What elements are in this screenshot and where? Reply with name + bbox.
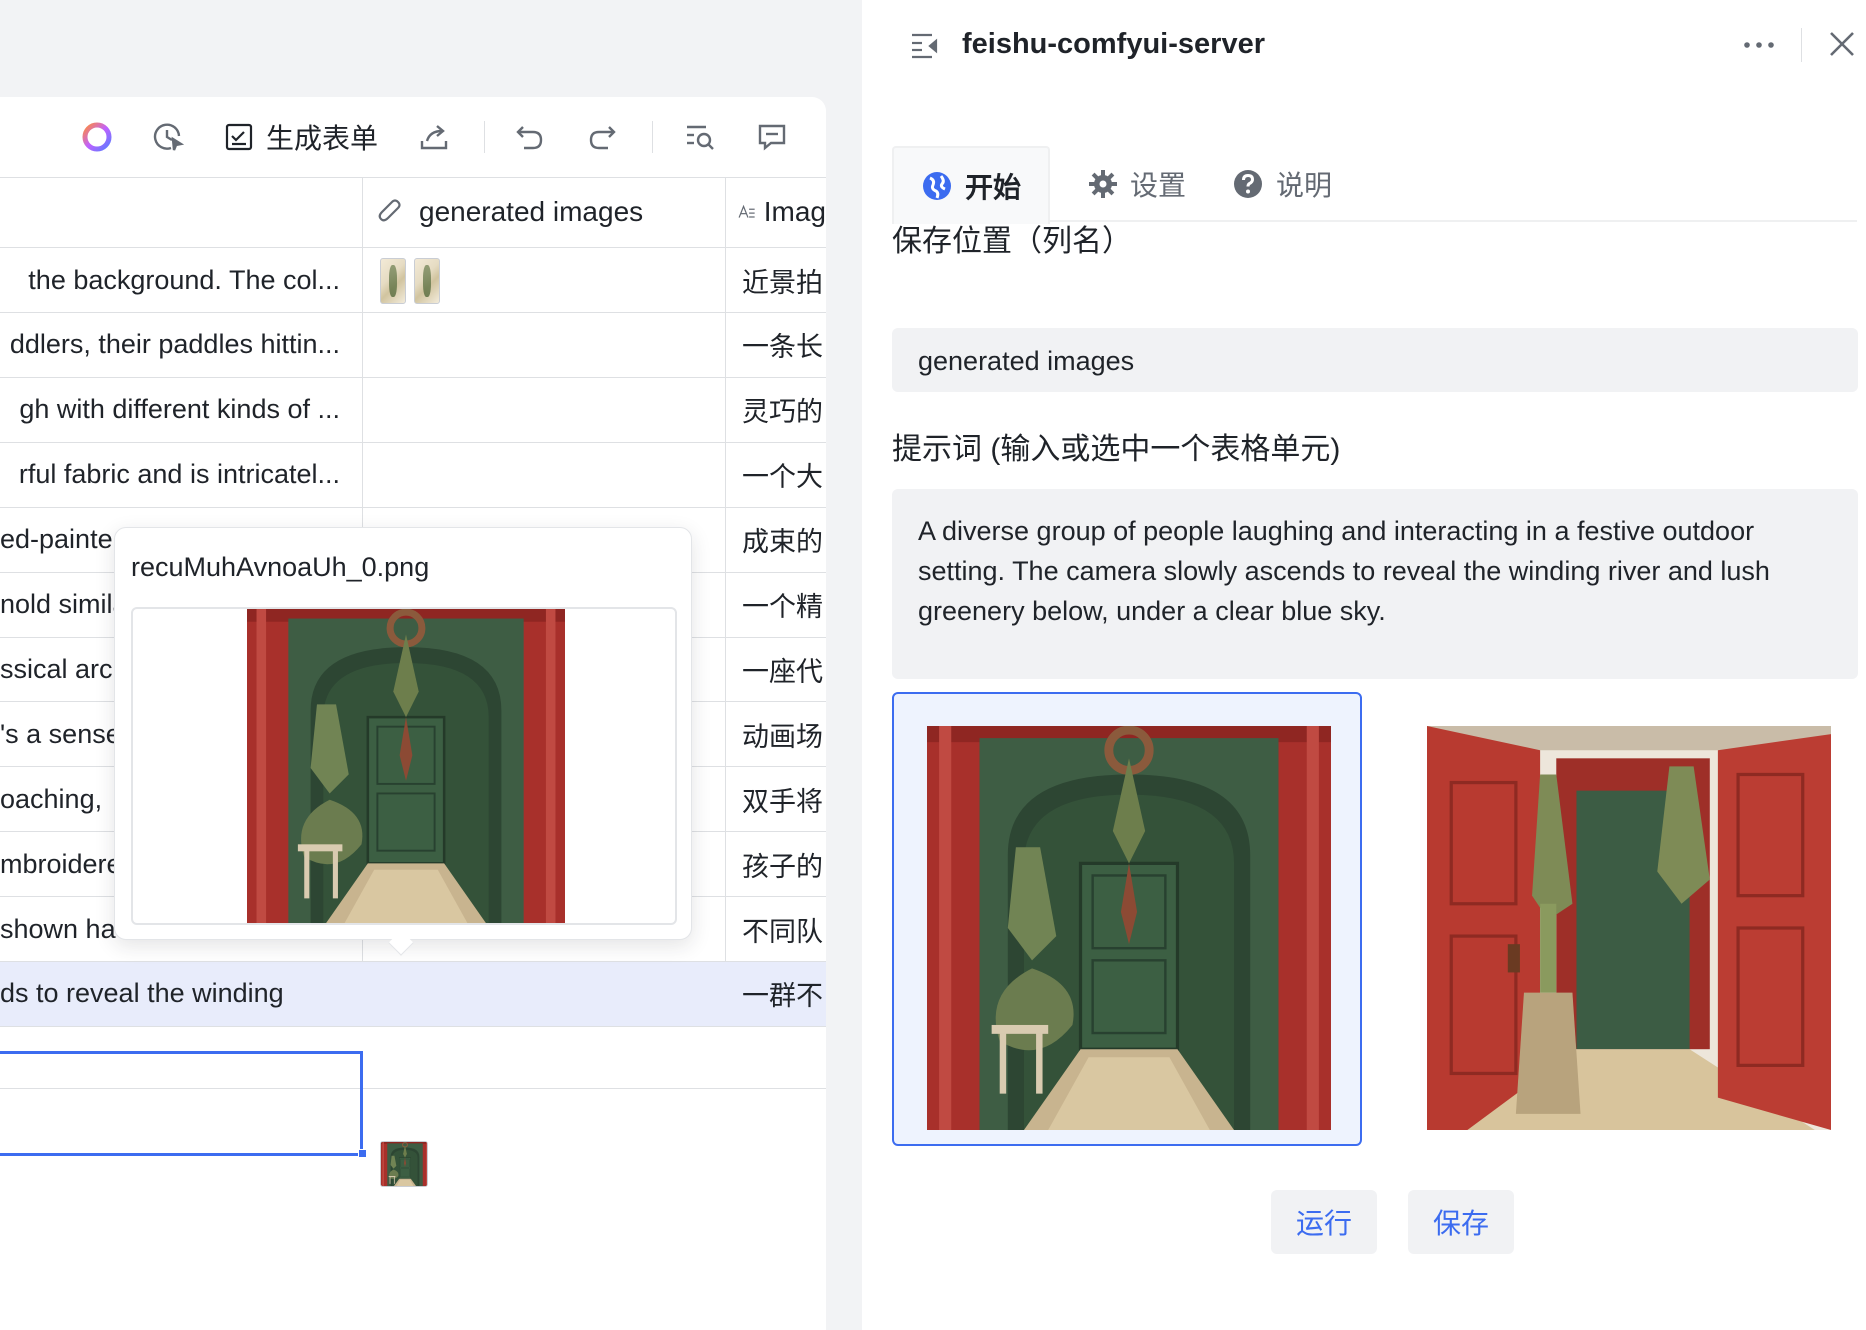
- attachment-thumbnail[interactable]: [380, 1141, 428, 1187]
- description-cell-text: 一条长: [742, 332, 823, 363]
- prompt-cell[interactable]: ddlers, their paddles hittin...: [0, 313, 362, 377]
- prompt-cell-text: mbroidere: [0, 848, 122, 879]
- comment-icon[interactable]: [752, 117, 792, 157]
- generated-image-option[interactable]: [1392, 692, 1862, 1146]
- description-cell[interactable]: 一群不: [742, 962, 826, 1026]
- prompt-cell[interactable]: gh with different kinds of ...: [0, 378, 362, 442]
- collapse-panel-icon[interactable]: [910, 32, 940, 65]
- fill-handle[interactable]: [358, 1149, 367, 1158]
- description-cell-text: 动画场: [742, 721, 823, 752]
- prompt-textarea[interactable]: A diverse group of people laughing and i…: [892, 489, 1858, 679]
- prompt-cell-text: shown ha: [0, 913, 116, 944]
- preview-image-frame[interactable]: [131, 607, 677, 925]
- header-divider: [1801, 28, 1802, 62]
- description-cell-text: 成束的: [742, 527, 823, 558]
- text-field-icon: [738, 204, 755, 218]
- prompt-cell-text: ds to reveal the winding: [0, 978, 284, 1009]
- table-row[interactable]: ds to reveal the winding 一群不: [0, 961, 826, 1027]
- attachment-thumbnail[interactable]: [414, 258, 440, 304]
- prompt-cell-text: ssical arc: [0, 653, 113, 684]
- panel-tabs: 开始 设置 说明: [892, 146, 1857, 224]
- tab-help[interactable]: 说明: [1232, 146, 1332, 222]
- ai-assistant-icon[interactable]: [77, 117, 117, 157]
- description-cell-text: 一群不: [742, 981, 823, 1012]
- selected-cell-outline: [0, 1051, 363, 1156]
- description-cell[interactable]: 一个大: [742, 443, 826, 507]
- gear-icon: [1089, 170, 1117, 198]
- description-cell-text: 一个大: [742, 462, 823, 493]
- description-cell[interactable]: 一座代: [742, 637, 826, 701]
- prompt-cell-text: rful fabric and is intricatel...: [18, 459, 340, 490]
- prompt-cell-text: ed-painte: [0, 524, 113, 555]
- description-cell[interactable]: 一个精: [742, 573, 826, 637]
- grid-line: [0, 1025, 826, 1027]
- history-icon[interactable]: [148, 117, 188, 157]
- panel-title: feishu-comfyui-server: [962, 28, 1265, 60]
- generated-image: [927, 726, 1331, 1130]
- prompt-cell[interactable]: ds to reveal the winding: [0, 962, 362, 1026]
- generate-form-button[interactable]: 生成表单: [224, 117, 378, 157]
- sheet-toolbar: 生成表单: [0, 97, 826, 177]
- save-button[interactable]: 保存: [1408, 1190, 1514, 1254]
- description-cell[interactable]: 孩子的: [742, 832, 826, 896]
- table-row[interactable]: the background. The col... 近景拍: [0, 248, 826, 313]
- description-cell[interactable]: 动画场: [742, 702, 826, 766]
- preview-image: [247, 609, 565, 925]
- table-row[interactable]: ddlers, their paddles hittin... 一条长: [0, 313, 826, 378]
- toolbar-divider: [652, 121, 653, 153]
- description-cell-text: 近景拍: [742, 267, 823, 298]
- description-cell[interactable]: 近景拍: [742, 248, 826, 312]
- description-cell-text: 一个精: [742, 592, 823, 622]
- image-preview-popover: recuMuhAvnoaUh_0.png: [114, 527, 692, 940]
- prompt-cell[interactable]: the background. The col...: [0, 248, 362, 312]
- toolbar-divider: [484, 121, 485, 153]
- prompt-cell-text: ddlers, their paddles hittin...: [9, 329, 340, 360]
- generated-image-option[interactable]: [892, 692, 1362, 1146]
- plugin-panel: feishu-comfyui-server 开始 设置 说明 保存位置（列名） …: [862, 0, 1866, 1330]
- table-row[interactable]: rful fabric and is intricatel... 一个大: [0, 443, 826, 508]
- preview-filename: recuMuhAvnoaUh_0.png: [131, 552, 430, 582]
- save-location-field[interactable]: generated images: [892, 328, 1858, 392]
- tab-settings[interactable]: 设置: [1088, 146, 1186, 222]
- column-header-generated-images[interactable]: generated images: [375, 177, 715, 247]
- undo-icon[interactable]: [510, 117, 550, 157]
- description-cell[interactable]: 双手将: [742, 767, 826, 831]
- description-cell[interactable]: 不同队: [742, 897, 826, 961]
- search-icon[interactable]: [680, 117, 720, 157]
- prompt-cell-text: the background. The col...: [28, 264, 340, 295]
- prompt-cell-text: nold simila: [0, 589, 128, 619]
- table-row[interactable]: gh with different kinds of ... 灵巧的: [0, 378, 826, 443]
- description-cell-text: 一座代: [742, 656, 823, 687]
- description-cell-text: 双手将: [742, 786, 823, 817]
- tab-start[interactable]: 开始: [892, 146, 1050, 224]
- description-cell[interactable]: 一条长: [742, 313, 826, 377]
- generate-form-label: 生成表单: [266, 123, 379, 154]
- attachment-icon: [378, 199, 401, 222]
- prompt-cell-text: gh with different kinds of ...: [19, 394, 340, 425]
- prompt-cell[interactable]: rful fabric and is intricatel...: [0, 443, 362, 507]
- description-cell-text: 不同队: [742, 916, 823, 947]
- prompt-cell-text: 's a sense: [0, 718, 121, 749]
- description-cell-text: 灵巧的: [742, 397, 823, 428]
- close-icon[interactable]: [1828, 30, 1856, 63]
- description-cell-text: 孩子的: [742, 851, 823, 882]
- run-button[interactable]: 运行: [1271, 1190, 1377, 1254]
- more-options-icon[interactable]: [1742, 30, 1776, 65]
- description-cell[interactable]: 成束的: [742, 508, 826, 572]
- column-header-image-description[interactable]: Imag: [738, 177, 826, 247]
- attachment-thumbnail[interactable]: [380, 258, 406, 304]
- generated-image: [1427, 726, 1831, 1130]
- description-cell[interactable]: 灵巧的: [742, 378, 826, 442]
- question-icon: [1234, 170, 1262, 198]
- prompt-cell-text: oaching,: [0, 783, 103, 814]
- globe-icon: [922, 172, 951, 200]
- form-icon: [225, 123, 253, 151]
- share-icon[interactable]: [414, 117, 454, 157]
- redo-icon[interactable]: [582, 117, 622, 157]
- save-location-label: 保存位置（列名）: [892, 225, 1132, 258]
- prompt-label: 提示词 (输入或选中一个表格单元): [892, 433, 1341, 466]
